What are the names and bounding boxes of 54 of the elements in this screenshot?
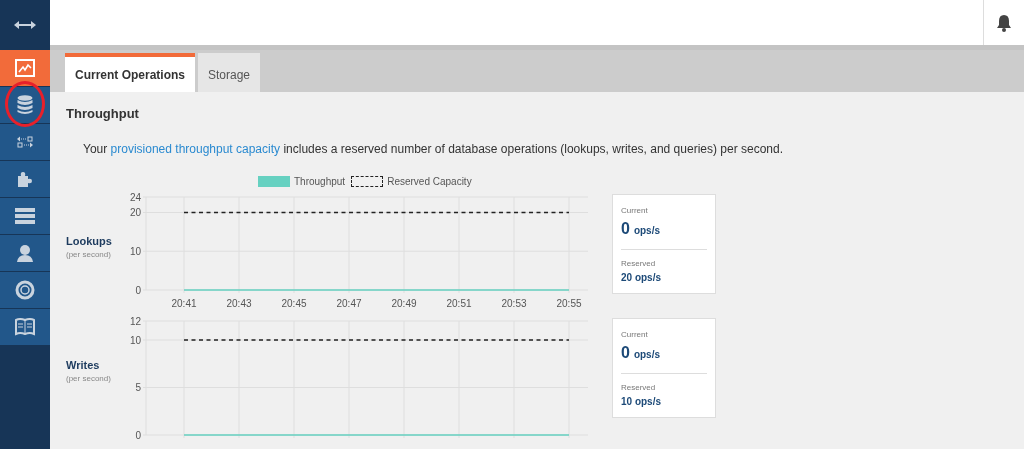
current-value: 0 — [621, 218, 630, 239]
reserved-value: 10 ops/s — [621, 394, 663, 409]
y-tick-label: 0 — [135, 284, 141, 295]
bell-icon — [996, 13, 1012, 32]
y-tick-label: 10 — [129, 245, 141, 257]
y-tick-label: 20 — [129, 206, 141, 218]
current-unit: ops/s — [633, 347, 661, 362]
y-tick-label: 12 — [129, 315, 141, 326]
tab[interactable]: Storage — [198, 53, 261, 92]
provisioned-capacity-link[interactable]: provisioned throughput capacity — [110, 141, 281, 156]
sidebar-item[interactable] — [0, 309, 50, 346]
intro-text: Your provisioned throughput capacity includes a reserved number of database operations (lookups, writes, and queries) per second. — [83, 140, 784, 158]
sidebar-item[interactable] — [0, 161, 50, 198]
metric-title: Lookups — [66, 233, 113, 249]
x-tick-label: 20:41 — [171, 297, 197, 309]
sidebar-item[interactable] — [0, 272, 50, 309]
server-stack-icon — [15, 208, 35, 224]
legend-label: Reserved Capacity — [387, 174, 472, 189]
metric-title: Writes — [66, 357, 101, 373]
current-unit: ops/s — [633, 223, 661, 238]
reserved-label: Reserved — [621, 257, 657, 270]
expand-arrows-icon — [14, 20, 36, 30]
x-tick-label: 20:51 — [446, 297, 472, 309]
legend-label: Throughput — [294, 174, 346, 189]
sidebar-item[interactable] — [0, 235, 50, 272]
y-tick-label: 5 — [135, 381, 141, 393]
current-label: Current — [621, 328, 649, 341]
current-value: 0 — [621, 342, 630, 363]
x-tick-label: 20:45 — [281, 297, 307, 309]
y-tick-label: 24 — [129, 191, 141, 202]
reserved-label: Reserved — [621, 381, 657, 394]
user-icon — [16, 244, 34, 262]
open-book-icon — [15, 318, 35, 336]
puzzle-piece-icon — [16, 170, 34, 188]
y-tick-label: 10 — [129, 334, 141, 345]
x-tick-label: 20:53 — [501, 297, 527, 309]
x-tick-label: 20:47 — [336, 297, 362, 309]
x-tick-label: 20:43 — [226, 297, 252, 309]
metric-subtitle: (per second) — [66, 373, 112, 385]
section-title: Throughput — [66, 105, 140, 123]
sidebar-item[interactable] — [0, 198, 50, 235]
x-tick-label: 20:55 — [556, 297, 582, 309]
transfer-arrows-icon — [17, 136, 33, 148]
line-chart-icon — [15, 59, 35, 77]
database-icon — [17, 95, 33, 115]
tab[interactable]: Current Operations — [65, 53, 195, 92]
sidebar-item[interactable] — [0, 50, 50, 87]
current-label: Current — [621, 204, 649, 217]
reserved-value: 20 ops/s — [621, 270, 663, 285]
lifebuoy-icon — [15, 280, 35, 300]
y-tick-label: 0 — [135, 429, 141, 440]
x-tick-label: 20:49 — [391, 297, 417, 309]
sidebar-item[interactable] — [0, 87, 50, 124]
metric-subtitle: (per second) — [66, 249, 112, 261]
